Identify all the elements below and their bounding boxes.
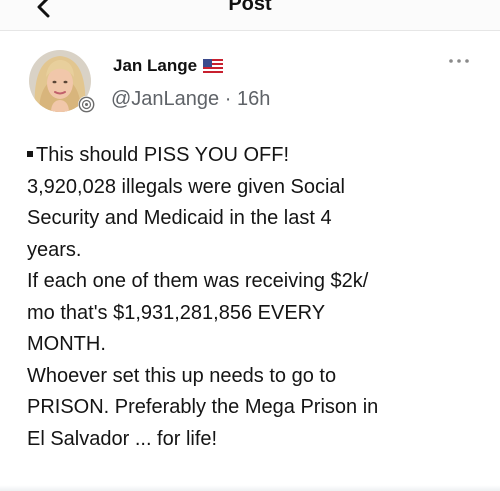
post-line: PRISON. Preferably the Mega Prison in (27, 396, 379, 418)
verified-badge-icon (78, 96, 95, 113)
us-flag-icon (203, 59, 223, 73)
author-name[interactable]: Jan Lange (113, 56, 197, 76)
author-handle[interactable]: @JanLange (111, 88, 219, 110)
post-line-text: This should PISS YOU OFF! (36, 144, 290, 166)
post-line: MONTH. (27, 333, 106, 355)
post-line: years. (27, 238, 82, 261)
top-bar: Post (0, 0, 500, 31)
post-line: This should PISS YOU OFF! (27, 140, 482, 172)
meta-separator: · (224, 88, 232, 110)
post-time: 16h (236, 88, 271, 110)
bottom-edge (0, 485, 500, 491)
author-meta: @JanLange · 16h (111, 88, 270, 111)
post-screen: Post Jan Lange @JanLange · 16h This shou… (0, 0, 500, 491)
post-line: If each one of them was receiving $2k/ (27, 270, 369, 292)
page-title: Post (228, 0, 272, 15)
post-line: mo that's $1,931,281,856 EVERY (27, 301, 326, 324)
post-text: This should PISS YOU OFF! 3,920,028 ille… (27, 140, 482, 455)
bullet-icon (27, 151, 33, 157)
post-line: Security and Medicaid in the last 4 (27, 207, 332, 229)
post-line: 3,920,028 illegals were given Social (27, 175, 345, 198)
post-line: El Salvador ... for life! (27, 427, 218, 450)
post-line: Whoever set this up needs to go to (27, 364, 337, 387)
more-horizontal-icon[interactable] (444, 54, 474, 68)
